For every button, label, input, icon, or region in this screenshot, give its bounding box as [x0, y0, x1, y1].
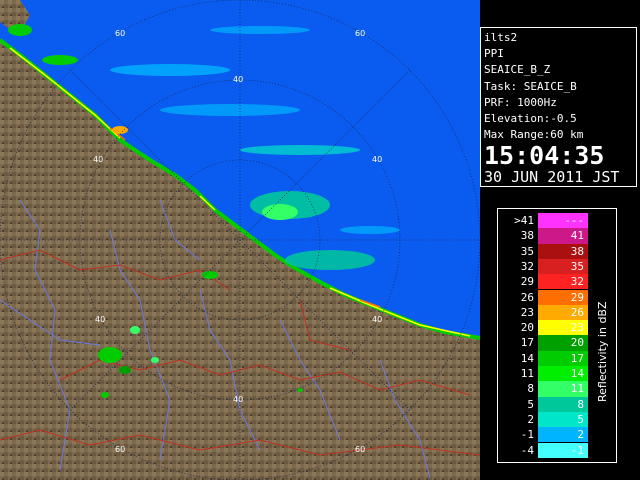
legend-upper-bound: --- [564, 214, 584, 227]
ring-label: 60 [115, 445, 125, 454]
legend-upper-bound: 23 [570, 321, 584, 335]
legend-row: -1 2 [498, 427, 616, 443]
elevation-value: Elevation:-0.5 [484, 111, 577, 125]
legend-lower-bound: 32 [520, 259, 534, 273]
legend-lower-bound: 26 [520, 290, 534, 304]
legend-lower-bound: 20 [520, 321, 534, 335]
legend-lower-bound: 11 [520, 367, 534, 380]
ring-label: 40 [233, 75, 243, 84]
radar-ppi-display[interactable]: 60 40 40 40 40 40 40 60 60 60 [0, 0, 480, 480]
scan-date: 30 JUN 2011 JST [484, 168, 620, 187]
legend-upper-bound: 38 [570, 244, 584, 258]
legend-lower-bound: 2 [527, 412, 534, 426]
ring-label: 60 [355, 29, 365, 38]
radar-map: 60 40 40 40 40 40 40 60 60 60 [0, 0, 480, 480]
legend-lower-bound: -1 [520, 428, 534, 442]
task-name: Task: SEAICE_B [484, 79, 577, 93]
legend-lower-bound: >41 [514, 214, 534, 227]
legend-row: 32 35 [498, 258, 616, 275]
legend-upper-bound: 17 [570, 351, 584, 365]
legend-row: 25 [498, 411, 616, 428]
legend-lower-bound: 17 [520, 336, 534, 350]
ring-label: 40 [95, 315, 105, 324]
legend-upper-bound: -1 [570, 443, 584, 457]
ring-label: 60 [355, 445, 365, 454]
legend-row: 35 38 [498, 243, 616, 259]
legend-row: -4 -1 [498, 442, 616, 458]
legend-lower-bound: 29 [520, 275, 534, 289]
legend-row: 29 32 [498, 274, 616, 290]
legend-lower-bound: 8 [527, 382, 534, 396]
legend-upper-bound: 29 [570, 290, 584, 304]
ring-label: 60 [115, 29, 125, 38]
legend-upper-bound: 35 [570, 259, 584, 273]
scan-time: 15:04:35 [484, 141, 605, 171]
legend-row: >41 --- [498, 213, 616, 229]
legend-upper-bound: 14 [570, 367, 584, 380]
legend-lower-bound: 35 [520, 244, 534, 258]
ring-label: 40 [93, 155, 103, 164]
legend-upper-bound: 32 [570, 275, 584, 289]
legend-lower-bound: 14 [520, 351, 534, 365]
scan-mode: PPI [484, 47, 504, 61]
legend-lower-bound: 5 [527, 397, 534, 411]
legend-upper-bound: 11 [570, 382, 584, 396]
ring-label: 40 [372, 315, 382, 324]
site-name: ilts2 [484, 31, 518, 44]
info-panel: ilts2 PPI SEAICE_B_Z Task: SEAICE_B PRF:… [480, 27, 637, 187]
legend-title: Reflectivity in dBZ [596, 301, 609, 402]
ring-label: 40 [233, 395, 243, 404]
legend-row: 38 41 [498, 228, 616, 244]
legend-lower-bound: -4 [520, 443, 534, 457]
legend-upper-bound: 41 [570, 229, 584, 243]
legend-upper-bound: 8 [577, 397, 584, 411]
prf-value: PRF: 1000Hz [484, 95, 557, 109]
legend-upper-bound: 2 [577, 428, 584, 442]
legend-lower-bound: 23 [520, 305, 534, 319]
product-name: SEAICE_B_Z [484, 63, 551, 77]
legend-upper-bound: 20 [570, 336, 584, 350]
legend-lower-bound: 38 [520, 229, 534, 243]
legend-upper-bound: 26 [570, 305, 584, 319]
ring-label: 40 [372, 155, 382, 164]
legend-upper-bound: 5 [577, 412, 584, 426]
